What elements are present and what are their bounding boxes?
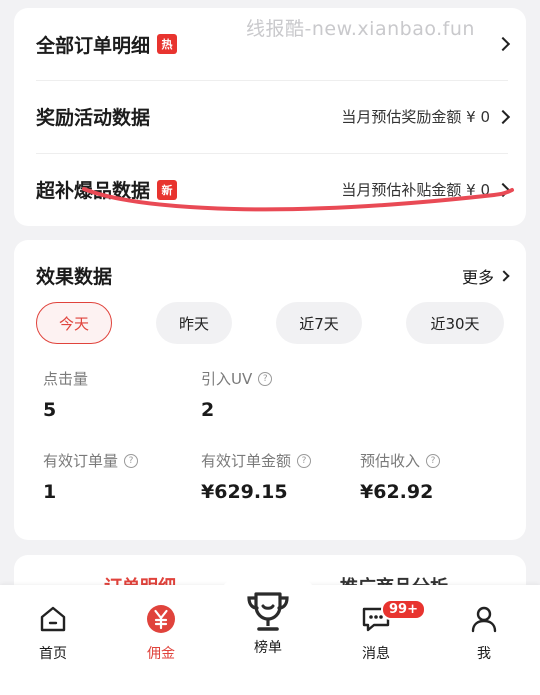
- metric-estimated-income: 预估收入? ¥62.92: [360, 450, 441, 503]
- chevron-right-icon: [498, 269, 510, 282]
- help-icon[interactable]: ?: [124, 453, 139, 468]
- tab-home-label: 首页: [39, 646, 67, 662]
- home-icon: [40, 606, 66, 632]
- metric-uv: 引入UV? 2: [201, 368, 273, 421]
- reward-amount-text: 当月预估奖励金额 ¥ 0: [341, 108, 490, 126]
- chevron-right-icon: [495, 36, 511, 52]
- row-all-orders-title: 全部订单明细 热: [36, 31, 178, 58]
- yen-coin-icon: [147, 605, 175, 633]
- user-icon: [471, 606, 497, 633]
- tab-home[interactable]: 首页: [18, 603, 88, 663]
- metric-estimated-income-value: ¥62.92: [360, 481, 434, 503]
- row-all-orders-label: 全部订单明细: [36, 34, 151, 57]
- pill-today[interactable]: 今天: [36, 302, 112, 344]
- metric-estimated-income-label: 预估收入: [360, 452, 421, 470]
- date-range-pills: 今天 昨天 近7天 近30天: [36, 302, 504, 344]
- row-reward-activity-title: 奖励活动数据: [36, 103, 150, 130]
- tab-commission-label: 佣金: [147, 646, 175, 662]
- row-reward-activity-right: 当月预估奖励金额 ¥ 0: [341, 106, 511, 127]
- bottom-tab-bar: 首页 佣金 榜单 99+ 消息 我: [0, 567, 540, 695]
- metric-valid-orders: 有效订单量? 1: [43, 450, 139, 503]
- metric-valid-order-amount-value: ¥629.15: [201, 481, 288, 503]
- tab-ranking-label: 榜单: [254, 640, 282, 656]
- row-all-orders-right: [490, 36, 511, 52]
- metric-uv-label: 引入UV: [201, 370, 253, 388]
- hot-badge: 热: [157, 34, 178, 54]
- metric-clicks-label: 点击量: [43, 370, 89, 388]
- chevron-right-icon: [495, 109, 511, 124]
- metric-valid-order-amount: 有效订单金额? ¥629.15: [201, 450, 312, 503]
- effect-data-title: 效果数据: [36, 266, 113, 288]
- help-icon[interactable]: ?: [426, 453, 441, 468]
- more-link[interactable]: 更多: [461, 264, 510, 288]
- tab-messages-label: 消息: [362, 646, 390, 662]
- trophy-icon: [247, 592, 289, 631]
- pill-last-30-days[interactable]: 近30天: [406, 302, 504, 344]
- tab-me[interactable]: 我: [449, 603, 519, 663]
- more-label: 更多: [461, 267, 494, 287]
- metric-uv-value: 2: [201, 399, 215, 421]
- tab-ranking[interactable]: 榜单: [233, 589, 303, 657]
- help-icon[interactable]: ?: [258, 371, 273, 386]
- metric-valid-orders-value: 1: [43, 481, 57, 503]
- pill-yesterday[interactable]: 昨天: [156, 302, 232, 344]
- metric-clicks-value: 5: [43, 399, 57, 421]
- row-reward-activity[interactable]: 奖励活动数据 当月预估奖励金额 ¥ 0: [36, 80, 511, 152]
- row-reward-activity-label: 奖励活动数据: [36, 107, 151, 129]
- metric-clicks: 点击量 5: [43, 368, 88, 421]
- tab-messages[interactable]: 99+ 消息: [341, 599, 426, 663]
- metric-valid-order-amount-label: 有效订单金额: [201, 452, 292, 470]
- pill-last-7-days[interactable]: 近7天: [276, 302, 362, 344]
- tab-commission[interactable]: 佣金: [126, 603, 196, 663]
- metric-valid-orders-label: 有效订单量: [43, 452, 119, 470]
- help-icon[interactable]: ?: [297, 453, 312, 468]
- hand-drawn-underline: [82, 187, 514, 212]
- effect-data-card: 效果数据 更多 今天 昨天 近7天 近30天 点击量 5 引入UV? 2 有效订…: [14, 240, 526, 540]
- unread-count-badge: 99+: [381, 599, 426, 620]
- watermark: 线报酷-new.xianbao.fun: [246, 18, 475, 40]
- tab-me-label: 我: [477, 646, 491, 662]
